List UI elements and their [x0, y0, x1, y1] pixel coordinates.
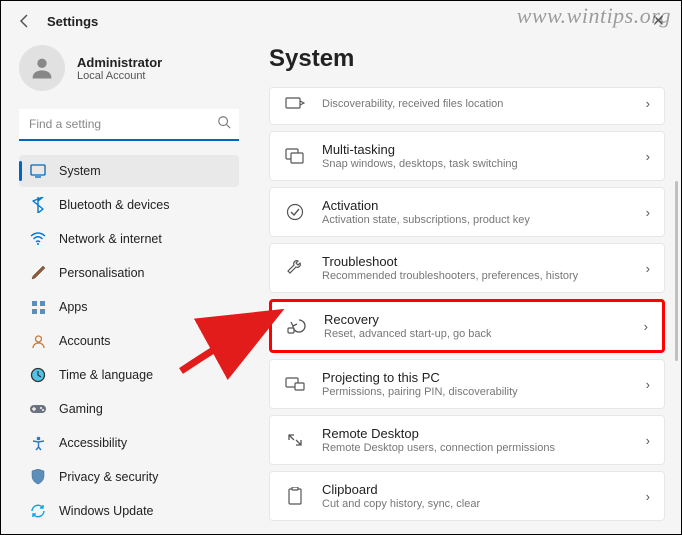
user-sub: Local Account — [77, 70, 162, 82]
nav-list: System Bluetooth & devices Network & int… — [19, 155, 239, 527]
chevron-right-icon: › — [644, 319, 648, 334]
nav-label: System — [59, 164, 101, 178]
card-sub: Activation state, subscriptions, product… — [322, 214, 630, 226]
card-sub: Remote Desktop users, connection permiss… — [322, 442, 630, 454]
chevron-right-icon: › — [646, 261, 650, 276]
sidebar-item-apps[interactable]: Apps — [19, 291, 239, 323]
share-icon — [284, 92, 306, 114]
avatar — [19, 45, 65, 91]
sidebar-item-accessibility[interactable]: Accessibility — [19, 427, 239, 459]
multitask-icon — [284, 145, 306, 167]
card-remote-desktop[interactable]: Remote Desktop Remote Desktop users, con… — [269, 415, 665, 465]
card-sub: Snap windows, desktops, task switching — [322, 158, 630, 170]
project-icon — [284, 373, 306, 395]
user-name: Administrator — [77, 55, 162, 70]
user-block[interactable]: Administrator Local Account — [19, 45, 239, 91]
sidebar-item-update[interactable]: Windows Update — [19, 495, 239, 527]
sidebar-item-gaming[interactable]: Gaming — [19, 393, 239, 425]
search-box[interactable] — [19, 109, 239, 141]
remote-icon — [284, 429, 306, 451]
chevron-right-icon: › — [646, 149, 650, 164]
settings-list: Discoverability, received files location… — [269, 87, 665, 521]
sidebar-item-accounts[interactable]: Accounts — [19, 325, 239, 357]
accessibility-icon — [29, 434, 47, 452]
check-circle-icon — [284, 201, 306, 223]
nav-label: Windows Update — [59, 504, 154, 518]
search-input[interactable] — [19, 109, 239, 139]
main-panel: System Discoverability, received files l… — [251, 35, 681, 530]
wifi-icon — [29, 230, 47, 248]
sidebar-item-network[interactable]: Network & internet — [19, 223, 239, 255]
nav-label: Gaming — [59, 402, 103, 416]
update-icon — [29, 502, 47, 520]
shield-icon — [29, 468, 47, 486]
nav-label: Bluetooth & devices — [59, 198, 170, 212]
wrench-icon — [284, 257, 306, 279]
card-troubleshoot[interactable]: Troubleshoot Recommended troubleshooters… — [269, 243, 665, 293]
nav-label: Apps — [59, 300, 88, 314]
sidebar-item-bluetooth[interactable]: Bluetooth & devices — [19, 189, 239, 221]
paint-icon — [29, 264, 47, 282]
card-sub: Recommended troubleshooters, preferences… — [322, 270, 630, 282]
sidebar-item-personalisation[interactable]: Personalisation — [19, 257, 239, 289]
chevron-right-icon: › — [646, 433, 650, 448]
nav-label: Personalisation — [59, 266, 144, 280]
system-icon — [29, 162, 47, 180]
recovery-icon — [286, 315, 308, 337]
card-title: Remote Desktop — [322, 426, 630, 441]
sidebar-item-privacy[interactable]: Privacy & security — [19, 461, 239, 493]
watermark-text: www.wintips.org — [517, 3, 671, 29]
card-sub: Cut and copy history, sync, clear — [322, 498, 630, 510]
card-title: Clipboard — [322, 482, 630, 497]
chevron-right-icon: › — [646, 377, 650, 392]
nav-label: Network & internet — [59, 232, 162, 246]
card-clipboard[interactable]: Clipboard Cut and copy history, sync, cl… — [269, 471, 665, 521]
sidebar-item-time[interactable]: Time & language — [19, 359, 239, 391]
card-sub: Permissions, pairing PIN, discoverabilit… — [322, 386, 630, 398]
card-recovery[interactable]: Recovery Reset, advanced start-up, go ba… — [269, 299, 665, 353]
chevron-right-icon: › — [646, 489, 650, 504]
card-title: Troubleshoot — [322, 254, 630, 269]
page-title: System — [269, 45, 665, 73]
sidebar: Administrator Local Account System Bluet — [1, 35, 251, 530]
bluetooth-icon — [29, 196, 47, 214]
card-nearby-sharing[interactable]: Discoverability, received files location… — [269, 87, 665, 125]
chevron-right-icon: › — [646, 205, 650, 220]
card-projecting[interactable]: Projecting to this PC Permissions, pairi… — [269, 359, 665, 409]
scrollbar[interactable] — [675, 181, 678, 361]
chevron-right-icon: › — [646, 96, 650, 111]
accounts-icon — [29, 332, 47, 350]
sidebar-item-system[interactable]: System — [19, 155, 239, 187]
clock-icon — [29, 366, 47, 384]
nav-label: Privacy & security — [59, 470, 158, 484]
card-activation[interactable]: Activation Activation state, subscriptio… — [269, 187, 665, 237]
nav-label: Accessibility — [59, 436, 127, 450]
back-button[interactable] — [15, 11, 35, 31]
card-sub: Reset, advanced start-up, go back — [324, 328, 628, 340]
apps-icon — [29, 298, 47, 316]
card-title: Projecting to this PC — [322, 370, 630, 385]
nav-label: Time & language — [59, 368, 153, 382]
card-title: Activation — [322, 198, 630, 213]
card-sub: Discoverability, received files location — [322, 98, 630, 110]
card-multitasking[interactable]: Multi-tasking Snap windows, desktops, ta… — [269, 131, 665, 181]
card-title: Multi-tasking — [322, 142, 630, 157]
gaming-icon — [29, 400, 47, 418]
header-title: Settings — [47, 14, 98, 29]
card-title: Recovery — [324, 312, 628, 327]
clipboard-icon — [284, 485, 306, 507]
nav-label: Accounts — [59, 334, 110, 348]
search-icon — [217, 115, 231, 132]
